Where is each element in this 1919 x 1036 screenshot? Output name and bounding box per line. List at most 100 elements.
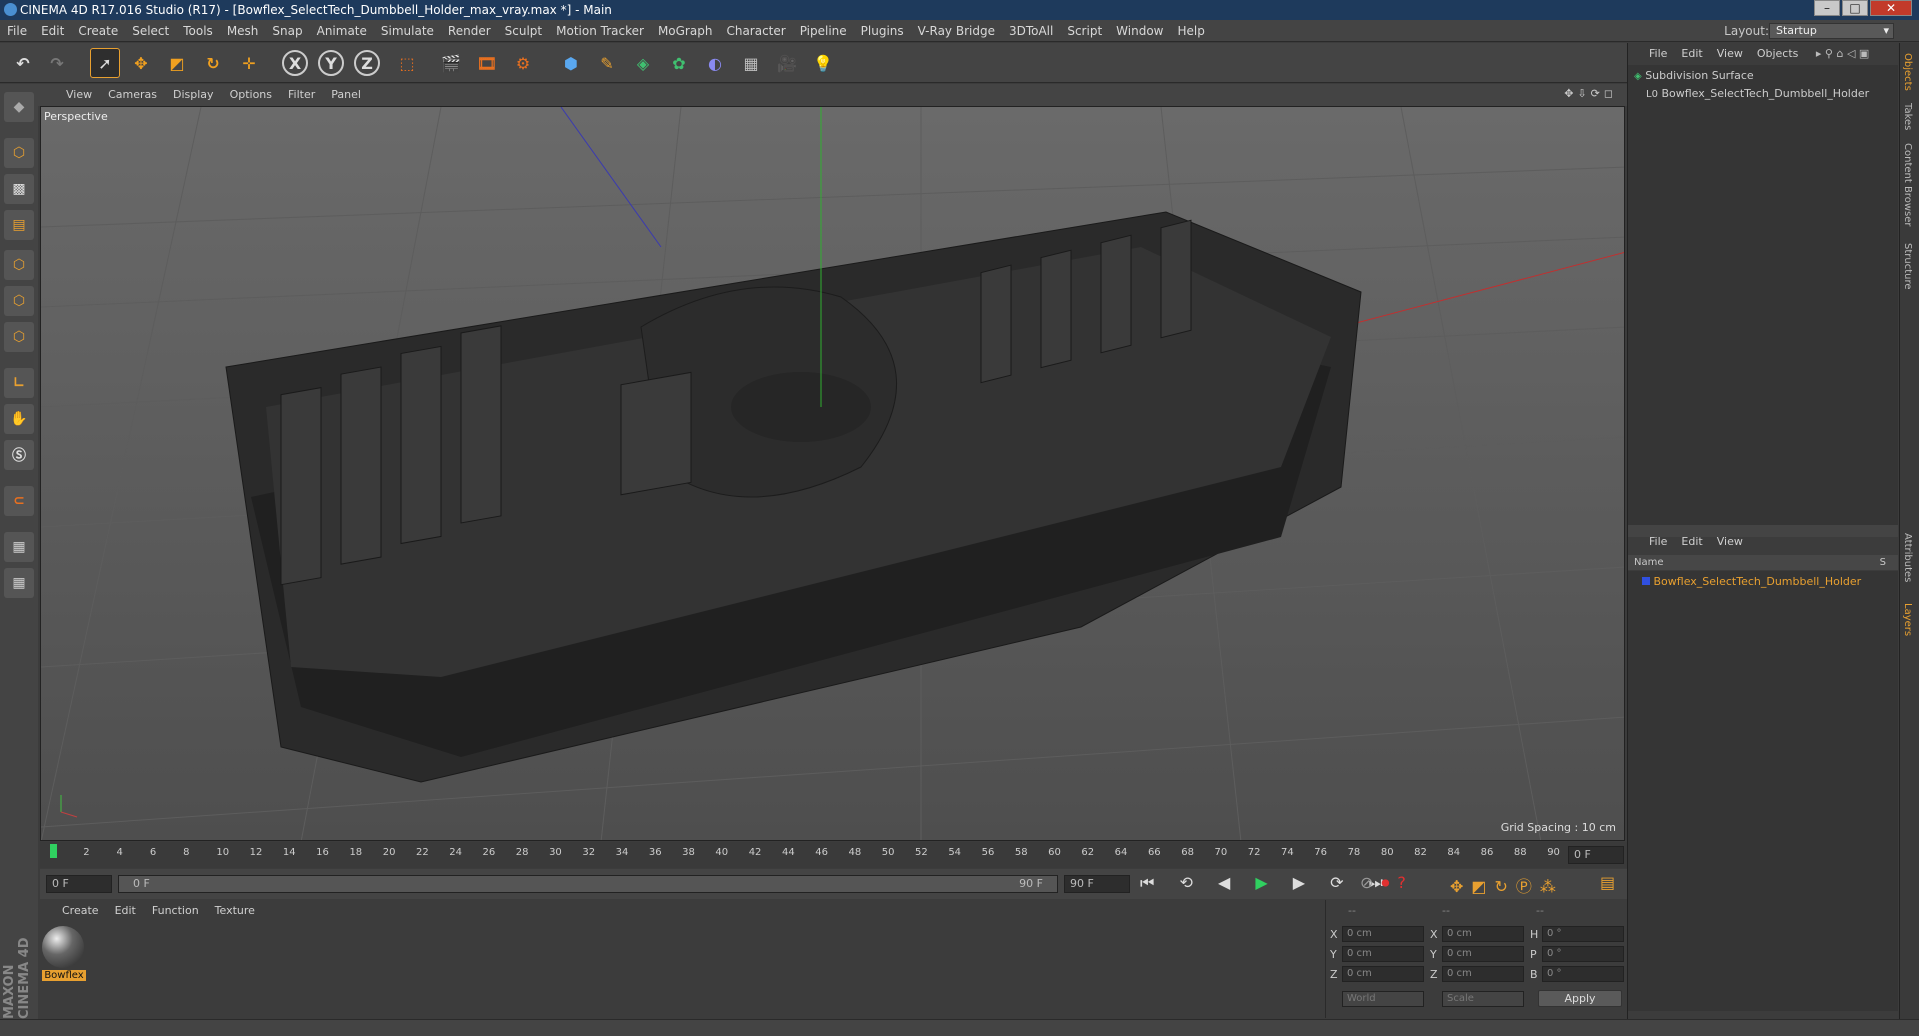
menu-sculpt[interactable]: Sculpt [498, 20, 549, 42]
render-view-icon[interactable]: 🎬 [436, 48, 466, 78]
position-z-field[interactable]: 0 cm [1342, 966, 1424, 982]
current-frame-field[interactable]: 0 F [46, 875, 112, 893]
object-menu-edit[interactable]: Edit [1674, 43, 1709, 65]
menu-file[interactable]: File [0, 20, 34, 42]
tab-structure[interactable]: Structure [1902, 243, 1913, 290]
rotation-b-field[interactable]: 0 ° [1542, 966, 1624, 982]
layer-row[interactable]: Bowflex_SelectTech_Dumbbell_Holder [1642, 575, 1892, 591]
snap-icon[interactable]: Ⓢ [4, 440, 34, 470]
menu-vray-bridge[interactable]: V-Ray Bridge [911, 20, 1002, 42]
viewport-nav-icons[interactable]: ✥⇩⟳◻ [1564, 87, 1617, 100]
cube-primitive-icon[interactable]: ⬢ [556, 48, 586, 78]
render-picture-viewer-icon[interactable]: 🎞 [472, 48, 502, 78]
size-y-field[interactable]: 0 cm [1442, 946, 1524, 962]
menu-edit[interactable]: Edit [34, 20, 71, 42]
menu-mesh[interactable]: Mesh [220, 20, 266, 42]
timeline-ruler[interactable]: 0246810121416182022242628303234363840424… [40, 842, 1627, 868]
tab-takes[interactable]: Takes [1902, 103, 1913, 130]
menu-motion-tracker[interactable]: Motion Tracker [549, 20, 651, 42]
scale-tool-button[interactable]: ◩ [162, 48, 192, 78]
subdivision-surface-icon[interactable]: ◈ [628, 48, 658, 78]
menu-select[interactable]: Select [125, 20, 176, 42]
object-menu-view[interactable]: View [1710, 43, 1750, 65]
axis-mode-icon[interactable]: ∟ [4, 368, 34, 398]
live-selection-button[interactable]: ➚ [90, 48, 120, 78]
playhead[interactable] [50, 844, 57, 858]
material-menu-create[interactable]: Create [54, 900, 107, 922]
material-menu-function[interactable]: Function [144, 900, 207, 922]
viewport-menu-filter[interactable]: Filter [280, 84, 323, 106]
rotation-p-field[interactable]: 0 ° [1542, 946, 1624, 962]
size-mode-dropdown[interactable]: Scale [1442, 991, 1524, 1007]
layer-menu-file[interactable]: File [1642, 531, 1674, 553]
rotation-h-field[interactable]: 0 ° [1542, 926, 1624, 942]
lock-workplane-icon[interactable]: ▦ [4, 532, 34, 562]
viewport-menu-cameras[interactable]: Cameras [100, 84, 165, 106]
tweak-mode-icon[interactable]: ✋ [4, 404, 34, 434]
playback-controls[interactable]: ⏮ ⟲ ◀ ▶ ▶ ⟳ ⏭ [1140, 873, 1393, 893]
frame-range-slider[interactable]: 0 F 90 F [118, 875, 1058, 893]
menu-render[interactable]: Render [441, 20, 498, 42]
3d-viewport[interactable]: Perspective Grid Spacing : 10 cm [40, 106, 1625, 841]
viewport-menu-options[interactable]: Options [222, 84, 280, 106]
menu-create[interactable]: Create [71, 20, 125, 42]
texture-mode-icon[interactable]: ▩ [4, 174, 34, 204]
tab-content-browser[interactable]: Content Browser [1902, 143, 1913, 226]
object-manager-toolbar-icons[interactable]: ▸ ⚲ ⌂ ◁ ▣ [1809, 43, 1876, 65]
redo-button[interactable]: ↷ [42, 48, 72, 78]
max-frame-field[interactable]: 90 F [1064, 875, 1130, 893]
menu-snap[interactable]: Snap [265, 20, 309, 42]
keyframe-controls[interactable]: ⊘⏺? [1360, 873, 1414, 893]
points-mode-icon[interactable]: ⬡ [4, 250, 34, 280]
maximize-button[interactable]: □ [1842, 0, 1868, 16]
menu-script[interactable]: Script [1060, 20, 1109, 42]
magnet-icon[interactable]: ⊂ [4, 486, 34, 516]
menu-plugins[interactable]: Plugins [854, 20, 911, 42]
viewport-menu-display[interactable]: Display [165, 84, 222, 106]
coordinate-mode-dropdown[interactable]: World [1342, 991, 1424, 1007]
menu-character[interactable]: Character [719, 20, 792, 42]
y-axis-lock-button[interactable]: Y [318, 50, 344, 76]
planar-workplane-icon[interactable]: ▦ [4, 568, 34, 598]
viewport-menu-panel[interactable]: Panel [323, 84, 369, 106]
key-mode-controls[interactable]: ✥◩↻Ⓟ⁂ [1450, 873, 1564, 897]
object-menu-file[interactable]: File [1642, 43, 1674, 65]
tab-attributes[interactable]: Attributes [1902, 533, 1913, 582]
menu-mograph[interactable]: MoGraph [651, 20, 720, 42]
material-menu-edit[interactable]: Edit [107, 900, 144, 922]
transform-tool-button[interactable]: ✛ [234, 48, 264, 78]
model-mode-icon[interactable]: ⬡ [4, 138, 34, 168]
layer-menu-edit[interactable]: Edit [1674, 531, 1709, 553]
timeline-end-field[interactable]: 0 F [1568, 846, 1624, 864]
render-settings-icon[interactable]: ⚙ [508, 48, 538, 78]
menu-animate[interactable]: Animate [310, 20, 374, 42]
undo-button[interactable]: ↶ [8, 48, 38, 78]
material-menu-texture[interactable]: Texture [207, 900, 263, 922]
position-x-field[interactable]: 0 cm [1342, 926, 1424, 942]
size-z-field[interactable]: 0 cm [1442, 966, 1524, 982]
tab-layers[interactable]: Layers [1902, 603, 1913, 636]
object-row-subdivision[interactable]: ◈ Subdivision Surface [1634, 69, 1896, 85]
dumbbell-holder-model[interactable] [225, 211, 1362, 783]
menu-help[interactable]: Help [1170, 20, 1211, 42]
layer-menu-view[interactable]: View [1710, 531, 1750, 553]
apply-button[interactable]: Apply [1538, 990, 1622, 1007]
tab-objects[interactable]: Objects [1902, 53, 1913, 91]
material-swatch[interactable]: Bowflex [42, 926, 86, 984]
workplane-icon[interactable]: ▤ [4, 210, 34, 240]
menu-tools[interactable]: Tools [176, 20, 220, 42]
menu-pipeline[interactable]: Pipeline [793, 20, 854, 42]
viewport-menu-view[interactable]: View [58, 84, 100, 106]
z-axis-lock-button[interactable]: Z [354, 50, 380, 76]
menu-3dtoall[interactable]: 3DToAll [1002, 20, 1060, 42]
cloner-icon[interactable]: ✿ [664, 48, 694, 78]
floor-icon[interactable]: ▦ [736, 48, 766, 78]
position-y-field[interactable]: 0 cm [1342, 946, 1424, 962]
spline-pen-icon[interactable]: ✎ [592, 48, 622, 78]
edges-mode-icon[interactable]: ⬡ [4, 286, 34, 316]
layout-dropdown[interactable]: Startup ▾ [1769, 23, 1894, 39]
move-tool-button[interactable]: ✥ [126, 48, 156, 78]
size-x-field[interactable]: 0 cm [1442, 926, 1524, 942]
object-menu-objects[interactable]: Objects [1750, 43, 1806, 65]
make-editable-icon[interactable]: ◆ [4, 92, 34, 122]
